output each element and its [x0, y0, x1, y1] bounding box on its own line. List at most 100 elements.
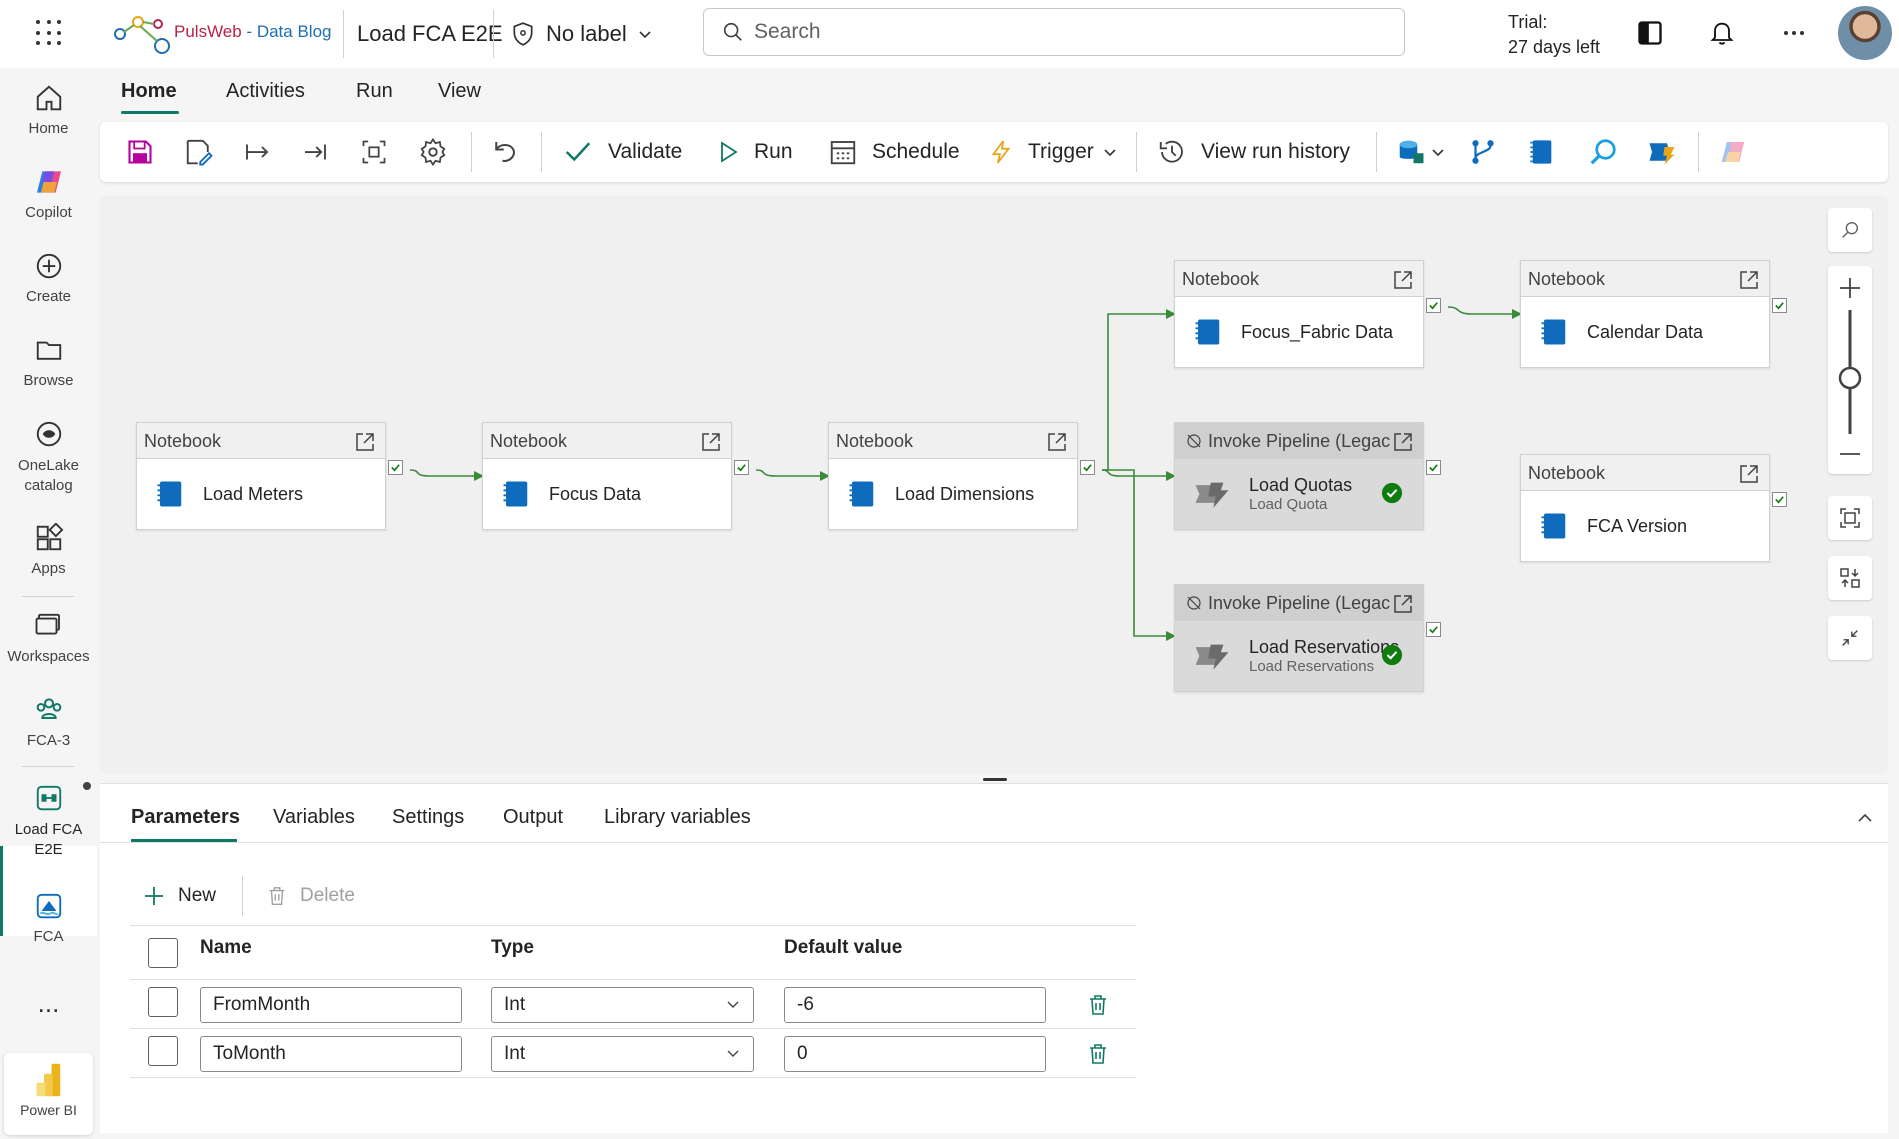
success-output-handle[interactable]: [1426, 622, 1441, 637]
rail-label: Workspaces: [7, 648, 90, 665]
zoom-slider[interactable]: [1828, 266, 1872, 474]
brand-logo[interactable]: PulsWeb - Data Blog: [110, 12, 335, 56]
success-output-handle[interactable]: [388, 460, 403, 475]
collapse-canvas-button[interactable]: [1828, 616, 1872, 660]
rail-item-fca-3[interactable]: FCA-3: [0, 692, 97, 749]
rail-item-fca[interactable]: FCA: [0, 888, 97, 945]
powerbi-switcher[interactable]: Power BI: [4, 1053, 93, 1135]
run-button[interactable]: Run: [716, 134, 793, 170]
parameter-type-select[interactable]: Int: [491, 1036, 754, 1072]
activity-subtitle: Load Quota: [1249, 496, 1328, 513]
trial-days-left: 27 days left: [1508, 37, 1601, 57]
tab-home[interactable]: Home: [121, 80, 177, 103]
select-all-checkbox[interactable]: [148, 938, 178, 968]
app-launcher-icon[interactable]: [34, 18, 64, 48]
schedule-button[interactable]: Schedule: [828, 134, 960, 170]
tab-library-variables[interactable]: Library variables: [604, 806, 751, 829]
notebook-button[interactable]: [1528, 134, 1556, 170]
validate-button[interactable]: Validate: [562, 134, 682, 170]
auto-align-button[interactable]: [1828, 556, 1872, 600]
activity-node-load-meters[interactable]: Notebook Load Meters: [136, 422, 386, 530]
activity-node-load-quotas[interactable]: Invoke Pipeline (Legac Load Quotas Load Q…: [1174, 422, 1424, 530]
rail-item-load-fca-e2e[interactable]: Load FCA E2E: [0, 780, 97, 860]
trial-status[interactable]: Trial: 27 days left: [1508, 10, 1600, 60]
activity-node-load-reservations[interactable]: Invoke Pipeline (Legac Load Reservations…: [1174, 584, 1424, 692]
rail-more-button[interactable]: ...: [0, 988, 97, 1019]
lookup-button[interactable]: [1588, 134, 1618, 170]
activity-node-fca-version[interactable]: Notebook FCA Version: [1520, 454, 1770, 562]
open-external-icon[interactable]: [699, 430, 723, 454]
save-button[interactable]: [126, 134, 154, 170]
tab-settings[interactable]: Settings: [392, 806, 464, 829]
fit-to-screen-button[interactable]: [1828, 496, 1872, 540]
pipeline-title[interactable]: Load FCA E2E: [357, 21, 503, 47]
more-options-icon[interactable]: [1777, 16, 1811, 50]
sensitivity-label-button[interactable]: No label: [510, 18, 653, 50]
gear-icon: [420, 137, 446, 167]
rail-item-workspaces[interactable]: Workspaces: [0, 608, 97, 665]
open-external-icon[interactable]: [1391, 268, 1415, 292]
delete-parameter-button[interactable]: Delete: [266, 884, 355, 908]
auto-layout-button[interactable]: [360, 134, 388, 170]
parameter-type-value: Int: [504, 994, 526, 1015]
move-right-button[interactable]: [242, 134, 272, 170]
trigger-button[interactable]: Trigger: [988, 134, 1118, 170]
open-external-icon[interactable]: [1045, 430, 1069, 454]
parameter-default-input[interactable]: -6: [784, 987, 1046, 1023]
move-to-end-button[interactable]: [300, 134, 330, 170]
copilot-button[interactable]: [1718, 134, 1748, 170]
open-external-icon[interactable]: [353, 430, 377, 454]
success-output-handle[interactable]: [1080, 460, 1095, 475]
open-external-icon[interactable]: [1737, 462, 1761, 486]
save-as-button[interactable]: [184, 134, 214, 170]
open-external-icon[interactable]: [1737, 268, 1761, 292]
pipeline-canvas[interactable]: Notebook Load Meters Notebook Focus Data…: [100, 196, 1888, 774]
parameter-default-input[interactable]: 0: [784, 1036, 1046, 1072]
rail-item-apps[interactable]: Apps: [0, 520, 97, 577]
chevron-up-icon[interactable]: [1855, 808, 1875, 828]
parameter-type-select[interactable]: Int: [491, 987, 754, 1023]
row-checkbox[interactable]: [148, 987, 178, 1017]
search-input[interactable]: Search: [703, 8, 1405, 56]
success-output-handle[interactable]: [1426, 460, 1441, 475]
new-parameter-button[interactable]: New: [142, 884, 216, 908]
parameter-name-input[interactable]: FromMonth: [200, 987, 462, 1023]
tab-view[interactable]: View: [438, 80, 481, 103]
column-header-type: Type: [491, 937, 534, 958]
dataflow-button[interactable]: [1646, 134, 1678, 170]
open-external-icon[interactable]: [1391, 592, 1415, 616]
open-external-icon[interactable]: [1391, 430, 1415, 454]
source-control-button[interactable]: [1468, 134, 1498, 170]
panel-toggle-icon[interactable]: [1633, 16, 1667, 50]
canvas-search-button[interactable]: [1828, 208, 1872, 252]
panel-resize-handle[interactable]: [983, 778, 1007, 781]
rail-item-browse[interactable]: Browse: [0, 332, 97, 389]
settings-button[interactable]: [418, 134, 448, 170]
success-output-handle[interactable]: [734, 460, 749, 475]
tab-activities[interactable]: Activities: [226, 80, 305, 103]
success-output-handle[interactable]: [1772, 298, 1787, 313]
rail-item-copilot[interactable]: Copilot: [0, 164, 97, 221]
activity-node-focus-data[interactable]: Notebook Focus Data: [482, 422, 732, 530]
undo-button[interactable]: [490, 134, 520, 170]
delete-row-trash-icon[interactable]: [1086, 1041, 1110, 1067]
delete-row-trash-icon[interactable]: [1086, 992, 1110, 1018]
row-checkbox[interactable]: [148, 1036, 178, 1066]
tab-output[interactable]: Output: [503, 806, 563, 829]
data-connection-button[interactable]: [1396, 134, 1446, 170]
rail-item-create[interactable]: Create: [0, 248, 97, 305]
tab-parameters[interactable]: Parameters: [131, 806, 240, 829]
notifications-bell-icon[interactable]: [1705, 16, 1739, 50]
success-output-handle[interactable]: [1772, 492, 1787, 507]
success-output-handle[interactable]: [1426, 298, 1441, 313]
tab-variables[interactable]: Variables: [273, 806, 355, 829]
activity-node-load-dimensions[interactable]: Notebook Load Dimensions: [828, 422, 1078, 530]
activity-node-calendar-data[interactable]: Notebook Calendar Data: [1520, 260, 1770, 368]
view-run-history-button[interactable]: View run history: [1157, 134, 1350, 170]
rail-item-home[interactable]: Home: [0, 80, 97, 137]
tab-run[interactable]: Run: [356, 80, 393, 103]
rail-item-onelake-catalog[interactable]: OneLake catalog: [0, 416, 97, 496]
user-avatar[interactable]: [1838, 6, 1892, 60]
parameter-name-input[interactable]: ToMonth: [200, 1036, 462, 1072]
activity-node-focus-fabric-data[interactable]: Notebook Focus_Fabric Data: [1174, 260, 1424, 368]
